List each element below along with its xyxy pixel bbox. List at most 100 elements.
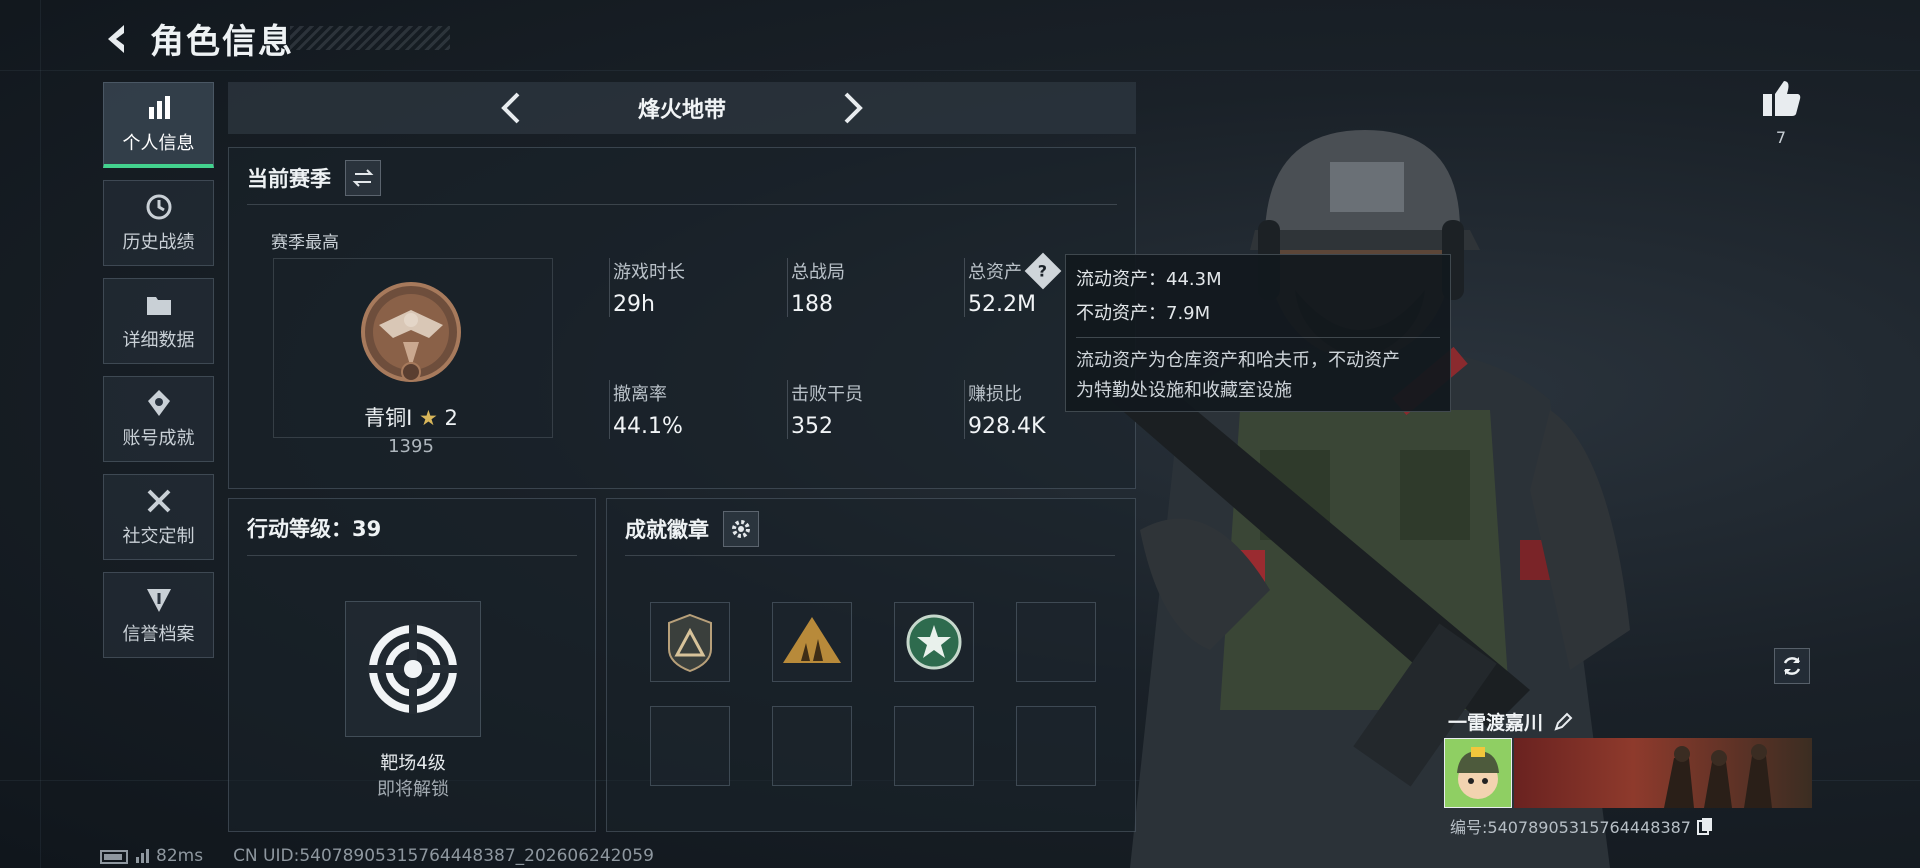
name-card-banner[interactable] [1514, 738, 1812, 808]
assets-tooltip: 流动资产：44.3M 不动资产：7.9M 流动资产为仓库资产和哈夫币，不动资产 … [1065, 254, 1451, 412]
gear-icon [732, 520, 750, 538]
shield-icon [146, 589, 171, 612]
mode-selector: 烽火地带 [228, 82, 1136, 134]
chevron-right-icon[interactable] [832, 88, 872, 128]
achievements-title: 成就徽章 [625, 518, 709, 542]
divider [625, 555, 1115, 556]
avatar-cartoon-icon [1457, 747, 1499, 799]
edit-icon[interactable] [1553, 712, 1573, 732]
player-id: 编号:540789053157644483​87 [1450, 818, 1691, 837]
triangle-badge-icon [668, 613, 712, 673]
stat-total-matches: 总战局 188 [787, 258, 845, 317]
client-uid: CN UID:540789053157644483​87_20260624205… [233, 846, 654, 866]
refresh-button[interactable] [1774, 648, 1810, 684]
nav-item-label: 历史战绩 [122, 232, 195, 253]
mode-name: 烽火地带 [637, 98, 726, 123]
nav-item-label: 详细数据 [122, 330, 195, 351]
medal-icon [147, 390, 170, 416]
stat-label: 击败干员 [791, 384, 863, 405]
stat-label: 总战局 [791, 262, 845, 283]
stat-label: 撤离率 [613, 384, 667, 405]
status-footer: 82ms CN UID:540789053157644483​87_202606… [100, 846, 654, 866]
action-level-panel: 行动等级：39 靶场4级 即将解锁 [228, 498, 596, 832]
stat-playtime: 游戏时长 29h [609, 258, 685, 317]
unlock-item-name: 靶场4级 [380, 753, 446, 774]
nav-item-achievements[interactable]: 账号成就 [103, 376, 214, 462]
season-swap-button[interactable] [345, 160, 381, 196]
stat-value: 29h [613, 292, 655, 317]
stat-value: 188 [791, 292, 833, 317]
likes-widget[interactable]: 7 [1760, 78, 1802, 147]
badge-slot[interactable] [894, 602, 974, 682]
rank-name: 青铜I [364, 406, 413, 430]
avatar[interactable] [1444, 738, 1512, 808]
nav-item-label: 个人信息 [122, 132, 195, 154]
grid-line [40, 0, 41, 868]
badge-slot[interactable] [650, 602, 730, 682]
unlock-status: 即将解锁 [377, 779, 449, 800]
divider [247, 204, 1117, 205]
likes-count: 7 [1775, 128, 1787, 147]
soldiers-badge-icon [783, 617, 841, 663]
nav-item-social[interactable]: 社交定制 [103, 474, 214, 560]
stat-label: 游戏时长 [613, 262, 685, 283]
folder-icon [146, 297, 171, 315]
badge-slot-empty[interactable] [772, 706, 852, 786]
player-id-row: 编号:540789053157644483​87 [1450, 814, 1713, 838]
nav-item-label: 信誉档案 [122, 624, 195, 645]
rank-name-row: 青铜I ★ 2 [359, 402, 463, 432]
season-panel: 当前赛季 赛季最高 青铜I ★ 2 1395 游戏时长 29h 总战局 188 … [228, 147, 1136, 489]
player-name-row: 一雷渡嘉川 [1448, 708, 1573, 735]
stat-value: 44.1% [613, 414, 683, 439]
ping-value: 82ms [156, 846, 204, 866]
unlock-item-frame[interactable] [345, 601, 481, 737]
badge-slot-empty[interactable] [1016, 706, 1096, 786]
rank-stars: 2 [444, 406, 458, 430]
stat-operators-defeated: 击败干员 352 [787, 380, 863, 439]
badge-slot-empty[interactable] [894, 706, 974, 786]
chevron-left-icon[interactable] [492, 88, 532, 128]
rank-points: 1395 [388, 436, 434, 457]
badge-slot-empty[interactable] [650, 706, 730, 786]
nav-item-credit[interactable]: 信誉档案 [103, 572, 214, 658]
nav-item-label: 社交定制 [122, 526, 195, 547]
refresh-icon [1783, 657, 1801, 675]
connection-status: 82ms [100, 846, 203, 866]
stat-value: 352 [791, 414, 833, 439]
tooltip-fixed-assets: 不动资产：7.9M [1076, 303, 1211, 324]
player-name: 一雷渡嘉川 [1448, 712, 1544, 734]
stat-extraction-rate: 撤离率 44.1% [609, 380, 683, 439]
history-icon [146, 194, 171, 220]
target-icon [368, 624, 458, 714]
tools-icon [147, 489, 170, 513]
side-nav: 个人信息 历史战绩 详细数据 账号成就 社交定制 信誉档案 [103, 82, 214, 670]
nav-item-history[interactable]: 历史战绩 [103, 180, 214, 266]
tooltip-description-line1: 流动资产为仓库资产和哈夫币，不动资产 [1076, 350, 1400, 371]
squad-banner-image [1664, 744, 1772, 808]
divider [247, 555, 577, 556]
action-level-title: 行动等级：39 [247, 517, 382, 541]
season-best-label: 赛季最高 [271, 233, 339, 253]
header-decoration [290, 26, 450, 50]
badge-slot[interactable] [1016, 602, 1096, 682]
back-arrow-icon[interactable] [100, 21, 136, 57]
bar-chart-icon [148, 95, 170, 119]
tooltip-liquid-assets: 流动资产：44.3M [1076, 269, 1222, 290]
bronze-rank-icon [361, 282, 461, 382]
badge-slot[interactable] [772, 602, 852, 682]
battery-signal-icon [100, 849, 149, 864]
page-title: 角色信息 [150, 22, 294, 62]
achievements-settings-button[interactable] [723, 511, 759, 547]
copy-icon[interactable] [1697, 817, 1713, 835]
page-header: 角色信息 [100, 14, 294, 63]
star-emblem-badge-icon [906, 614, 962, 670]
season-title: 当前赛季 [247, 167, 331, 191]
nav-item-detailed-data[interactable]: 详细数据 [103, 278, 214, 364]
nav-item-label: 账号成就 [122, 428, 195, 449]
thumbs-up-icon [1763, 81, 1801, 116]
nav-item-personal-info[interactable]: 个人信息 [103, 82, 214, 168]
tooltip-description-line2: 为特勤处设施和收藏室设施 [1076, 380, 1292, 401]
swap-icon [352, 169, 374, 187]
star-icon: ★ [419, 406, 438, 430]
divider [1076, 337, 1440, 338]
